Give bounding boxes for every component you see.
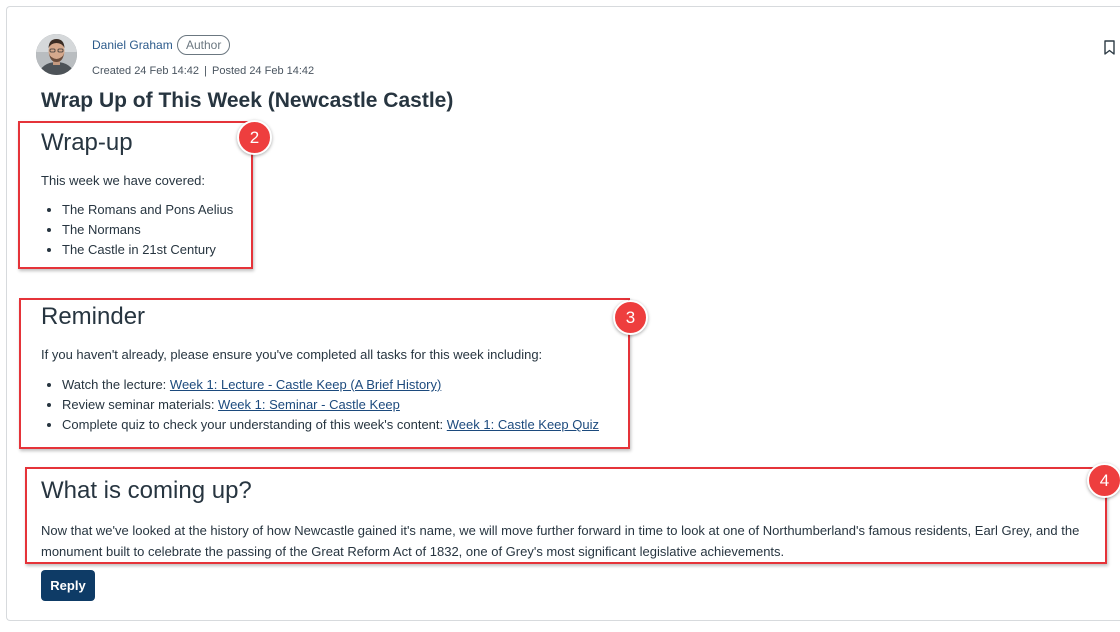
annotation-badge-4: 4 (1087, 463, 1120, 498)
author-avatar[interactable] (36, 34, 77, 75)
bookmark-button[interactable] (1103, 40, 1116, 55)
annotation-box-3 (19, 298, 630, 449)
created-timestamp: Created 24 Feb 14:42 (92, 65, 200, 77)
person-avatar-icon (36, 34, 77, 75)
post-timestamps: Created 24 Feb 14:42 | Posted 24 Feb 14:… (92, 65, 314, 77)
bookmark-icon (1104, 40, 1115, 55)
annotation-box-2 (18, 121, 253, 269)
reply-button[interactable]: Reply (41, 570, 95, 601)
posted-timestamp: Posted 24 Feb 14:42 (212, 65, 315, 77)
annotation-badge-2: 2 (237, 120, 272, 155)
annotation-box-4 (25, 467, 1107, 564)
annotation-badge-3: 3 (613, 300, 648, 335)
meta-separator: | (204, 65, 207, 77)
author-role-badge: Author (177, 35, 231, 55)
author-name-link[interactable]: Daniel Graham (92, 38, 173, 52)
post-title: Wrap Up of This Week (Newcastle Castle) (41, 89, 454, 112)
